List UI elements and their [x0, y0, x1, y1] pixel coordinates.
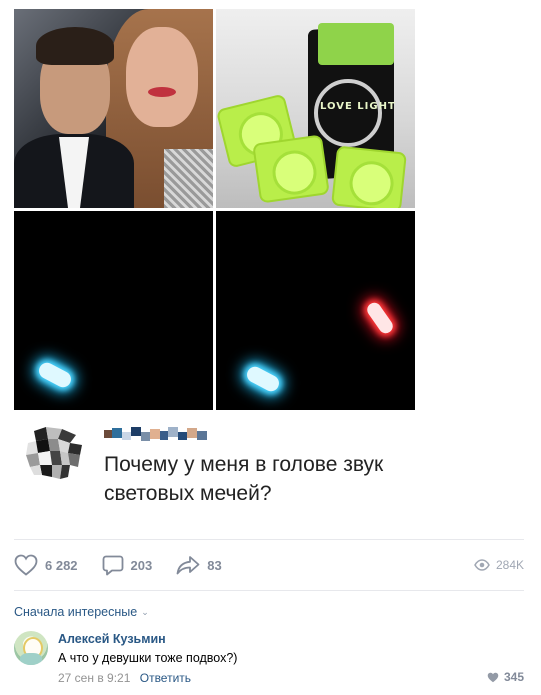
likes-count: 6 282 [45, 557, 78, 573]
pixelated-avatar [26, 427, 82, 479]
comment-meta: 27 сен в 9:21 Ответить [58, 671, 191, 685]
comments-sort-dropdown[interactable]: Сначала интересные ⌄ [14, 605, 149, 619]
photo-detail [252, 134, 330, 204]
share-icon [176, 556, 200, 575]
comment-date[interactable]: 27 сен в 9:21 [58, 671, 130, 685]
photo-detail [314, 79, 382, 147]
reply-link[interactable]: Ответить [140, 671, 191, 685]
heart-icon [14, 554, 38, 576]
views-count: 284K [495, 558, 524, 572]
comments-count: 203 [130, 557, 153, 573]
comment-author[interactable]: Алексей Кузьмин [58, 632, 166, 646]
post-actions: 6 282 203 83 [14, 553, 246, 577]
comment-likes-count: 345 [503, 670, 524, 684]
photo-couple[interactable] [14, 9, 213, 208]
photo-dark-two-lights[interactable] [216, 211, 415, 410]
photo-dark-single-light[interactable] [14, 211, 213, 410]
eye-icon [474, 559, 490, 571]
sort-label: Сначала интересные [14, 605, 138, 619]
comment-like-button[interactable]: 345 [487, 670, 524, 684]
share-button[interactable]: 83 [176, 555, 222, 575]
photo-detail [36, 27, 114, 65]
divider [14, 539, 524, 540]
comment-icon [102, 555, 123, 576]
photo-detail [331, 145, 407, 208]
blue-glow [244, 363, 282, 395]
photo-detail [148, 87, 176, 97]
views-counter: 284K [474, 553, 524, 577]
pixelated-author-name [104, 427, 207, 441]
photo-detail [126, 27, 198, 127]
photo-detail [318, 23, 394, 65]
like-button[interactable]: 6 282 [14, 554, 78, 576]
photo-grid: LOVE LIGHT [14, 9, 415, 410]
red-glow [364, 300, 396, 336]
divider [14, 590, 524, 591]
commenter-avatar[interactable] [14, 631, 48, 665]
photo-product-box[interactable]: LOVE LIGHT [216, 9, 415, 208]
chevron-down-icon: ⌄ [141, 606, 149, 617]
shares-count: 83 [207, 557, 222, 573]
small-heart-icon [487, 672, 499, 682]
reply-card-text: Почему у меня в голове звук световых меч… [104, 453, 384, 505]
box-logo-text: LOVE LIGHT [320, 101, 396, 112]
comment-text: А что у девушки тоже подвох?) [58, 651, 238, 665]
photo-detail [164, 149, 213, 208]
comment-button[interactable]: 203 [102, 554, 153, 576]
blue-glow [36, 359, 74, 391]
